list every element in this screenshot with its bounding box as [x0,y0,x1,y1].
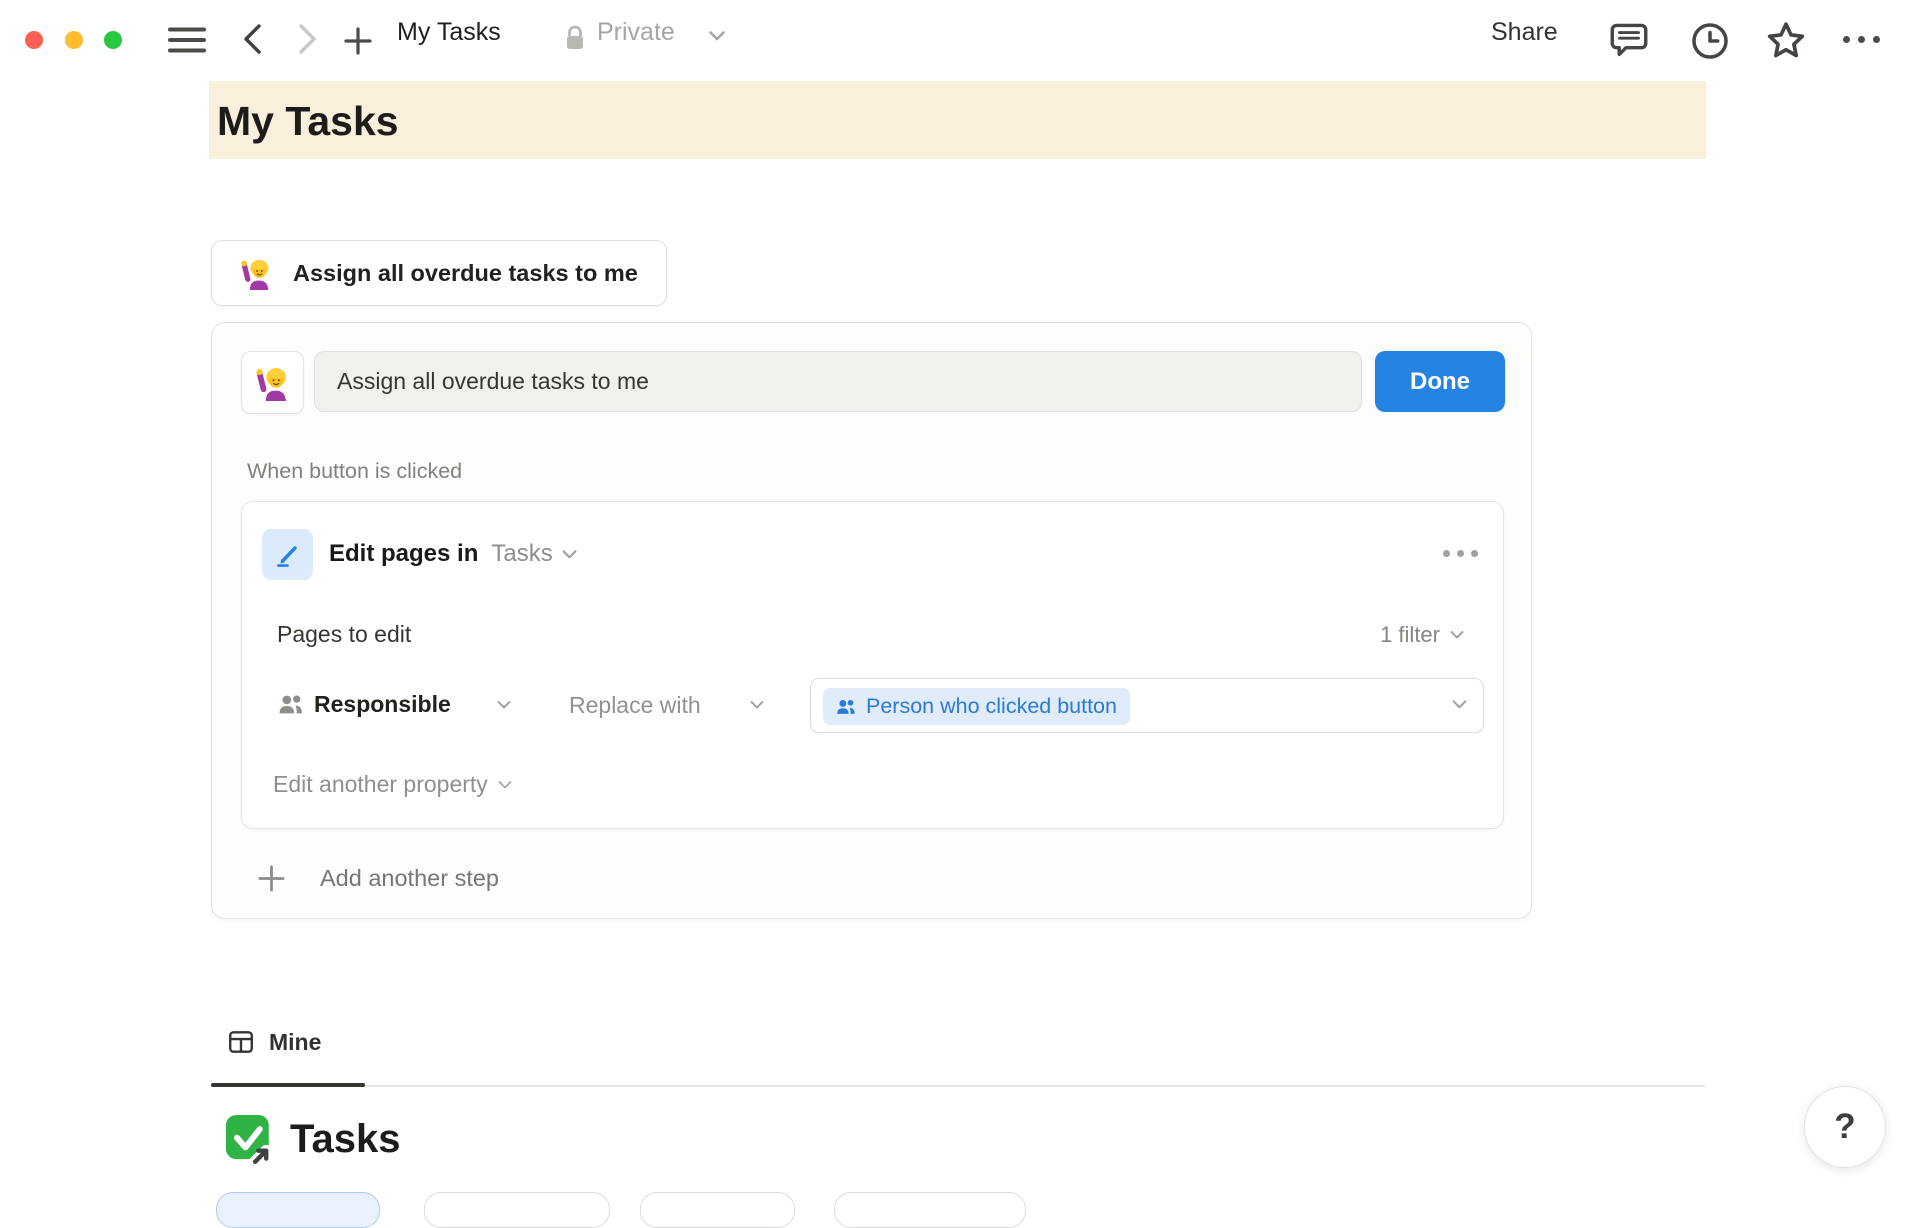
edit-another-property-label: Edit another property [273,771,488,798]
woman-raising-hand-emoji-icon [240,257,273,290]
traffic-light-minimize[interactable] [65,31,83,49]
tab-mine[interactable]: Mine [227,1028,321,1056]
page-title: My Tasks [217,98,399,145]
tab-mine-label: Mine [269,1029,321,1056]
lock-icon [563,24,587,52]
more-options-icon[interactable] [1843,36,1880,43]
step-action-label: Edit pages in [329,540,478,568]
value-chip-label: Person who clicked button [866,694,1117,719]
tab-bar-divider [211,1085,1705,1087]
filter-chevron-down-icon [1449,630,1465,640]
privacy-chevron-down-icon[interactable] [708,30,726,42]
tasks-database-check-icon [222,1112,274,1166]
pages-to-edit-label: Pages to edit [277,621,411,648]
filter-count-label: 1 filter [1380,622,1440,648]
step-target-database[interactable]: Tasks [491,540,552,568]
forward-icon[interactable] [294,22,320,56]
people-property-icon [278,693,305,716]
target-chevron-down-icon[interactable] [561,549,578,560]
filter-dropdown[interactable]: 1 filter [1380,622,1465,648]
automation-button-label: Assign all overdue tasks to me [293,260,638,287]
comments-icon[interactable] [1608,21,1650,61]
help-button[interactable]: ? [1804,1086,1886,1168]
trigger-label: When button is clicked [247,459,462,484]
operation-chevron-down-icon[interactable] [749,700,765,710]
woman-raising-hand-emoji-icon [255,365,291,401]
done-button[interactable]: Done [1375,351,1505,412]
people-blue-icon [836,698,857,716]
edit-another-chevron-down-icon [497,780,513,790]
share-button[interactable]: Share [1491,18,1558,47]
plus-icon [256,863,287,894]
automation-button[interactable]: Assign all overdue tasks to me [211,240,667,306]
button-editor-panel: Done When button is clicked Edit pages i… [211,322,1532,919]
filter-pill[interactable] [834,1192,1026,1228]
button-name-input[interactable] [314,351,1362,412]
value-chip[interactable]: Person who clicked button [823,688,1130,725]
traffic-light-close[interactable] [25,31,43,49]
privacy-dropdown-label[interactable]: Private [597,18,675,47]
filter-pill[interactable] [216,1192,380,1228]
database-title: Tasks [222,1112,400,1166]
breadcrumb-page-title[interactable]: My Tasks [397,18,501,47]
favorite-star-icon[interactable] [1764,20,1808,62]
add-another-step-button[interactable]: Add another step [256,863,499,894]
page-banner: My Tasks [209,81,1706,159]
back-icon[interactable] [239,22,265,56]
button-emoji-picker[interactable] [241,351,304,414]
edit-pages-pencil-icon [262,529,313,580]
filter-pill[interactable] [424,1192,610,1228]
new-page-icon[interactable] [342,25,374,57]
automation-step-card: Edit pages in Tasks Pages to edit 1 filt… [241,501,1504,829]
sidebar-menu-icon[interactable] [168,26,206,54]
add-another-step-label: Add another step [320,865,499,892]
operation-dropdown[interactable]: Replace with [569,692,701,719]
value-select[interactable]: Person who clicked button [810,678,1484,733]
window-toolbar: My Tasks Private Share [0,0,1920,66]
database-title-label: Tasks [290,1117,400,1162]
traffic-light-zoom[interactable] [104,31,122,49]
filter-pill[interactable] [640,1192,795,1228]
property-dropdown[interactable]: Responsible [314,691,451,718]
table-view-icon [227,1028,255,1056]
step-more-options-icon[interactable] [1443,550,1478,557]
edit-another-property-dropdown[interactable]: Edit another property [273,771,513,798]
property-chevron-down-icon[interactable] [496,700,512,710]
active-tab-underline [211,1083,365,1087]
value-select-chevron-down-icon [1451,699,1468,710]
updates-clock-icon[interactable] [1690,21,1730,61]
